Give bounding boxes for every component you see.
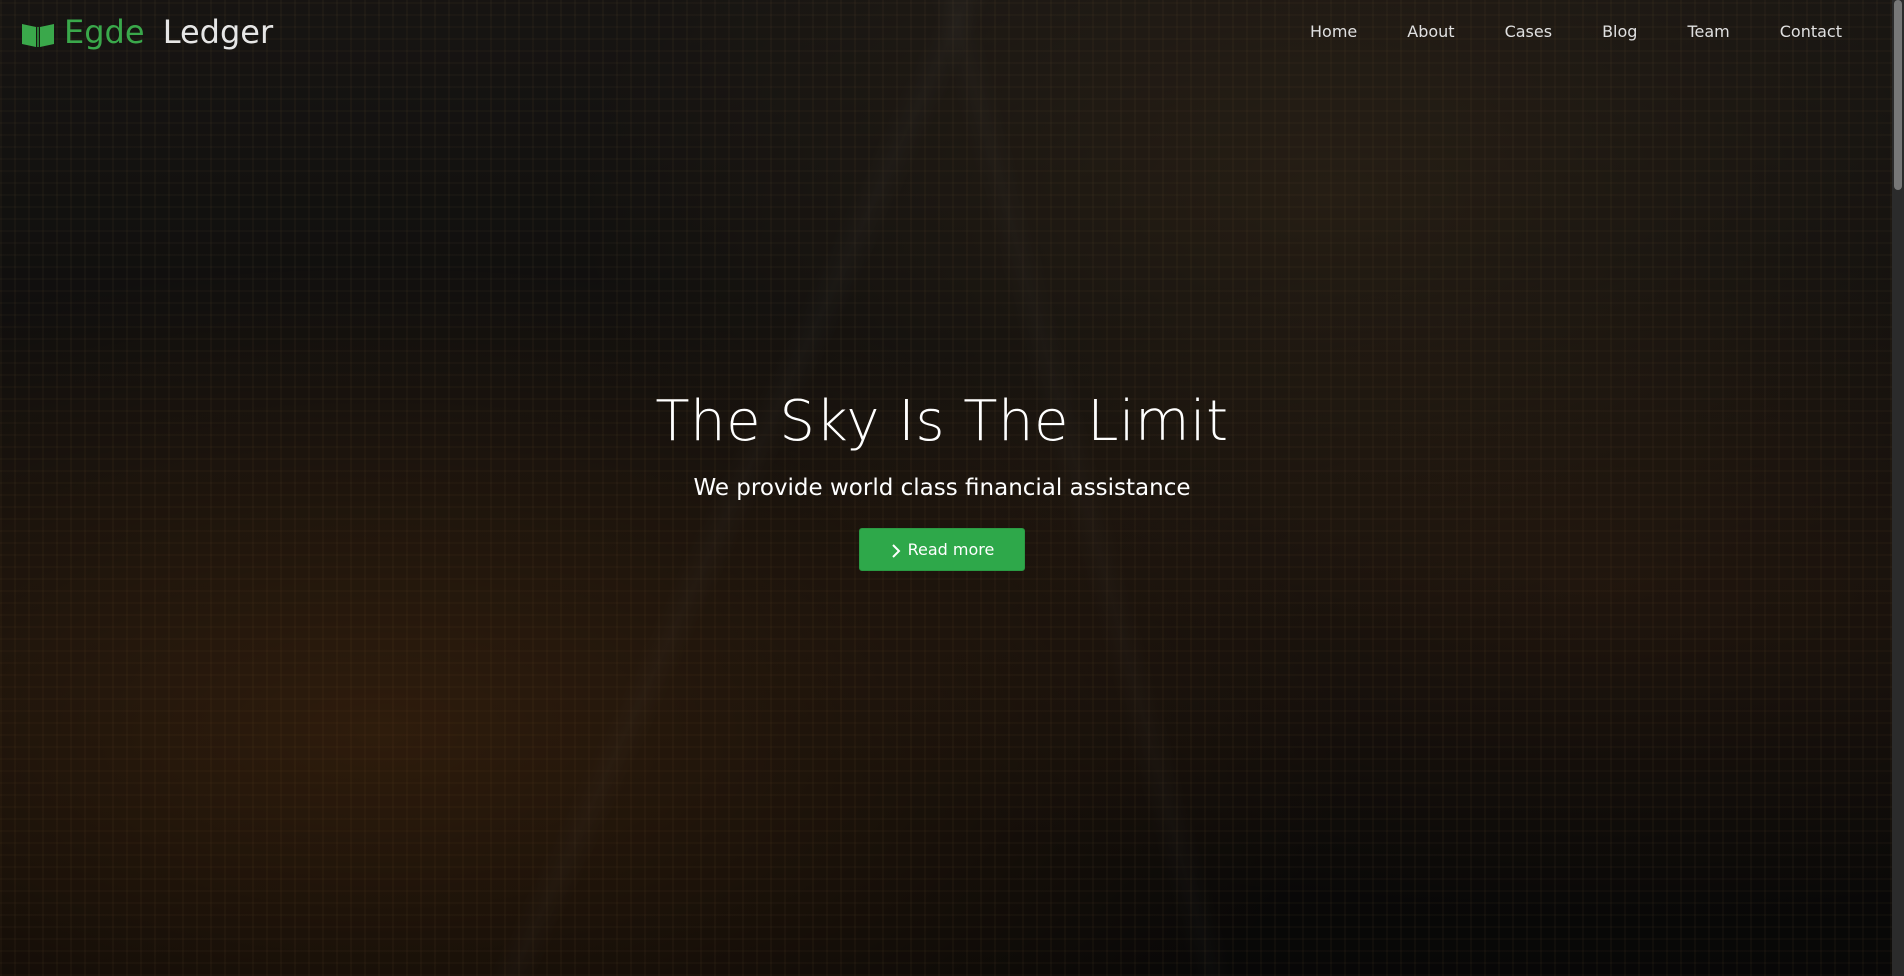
hero-content: The Sky Is The Limit We provide world cl…	[0, 384, 1884, 571]
nav-item-about[interactable]: About	[1385, 0, 1476, 64]
main-nav: Home About Cases Blog Team Contact	[1282, 0, 1904, 64]
hero-title: The Sky Is The Limit	[655, 389, 1229, 454]
brand-name-rest: Ledger	[152, 13, 274, 51]
nav-item-home[interactable]: Home	[1288, 0, 1379, 64]
hero-section: Egde Ledger Home About Cases Blog Team C…	[0, 0, 1904, 976]
nav-item-cases[interactable]: Cases	[1483, 0, 1575, 64]
read-more-button[interactable]: Read more	[858, 528, 1026, 571]
chevron-right-icon	[890, 543, 902, 558]
book-open-icon	[20, 18, 56, 47]
nav-item-contact[interactable]: Contact	[1758, 0, 1864, 64]
read-more-label: Read more	[907, 540, 995, 559]
brand-name-accent: Egde	[64, 13, 145, 51]
nav-item-team[interactable]: Team	[1665, 0, 1751, 64]
brand-logo-link[interactable]: Egde Ledger	[20, 12, 273, 52]
nav-item-blog[interactable]: Blog	[1580, 0, 1659, 64]
page-scrollbar[interactable]	[1892, 0, 1904, 976]
scrollbar-thumb[interactable]	[1894, 0, 1902, 190]
hero-subtitle: We provide world class financial assista…	[693, 475, 1191, 501]
navbar: Egde Ledger Home About Cases Blog Team C…	[0, 0, 1904, 64]
